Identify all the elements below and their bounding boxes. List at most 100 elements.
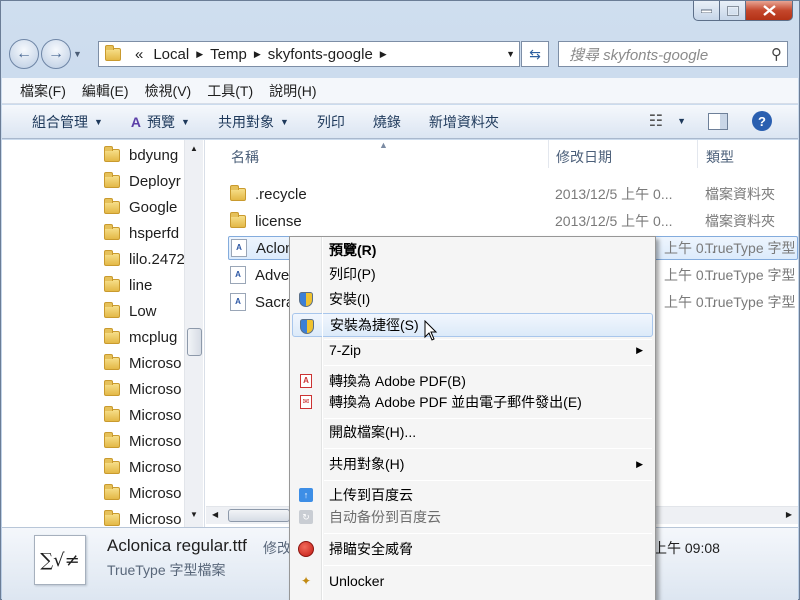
folder-icon <box>104 457 120 474</box>
menu-item-7zip[interactable]: 7-Zip ▶ <box>292 338 653 362</box>
column-header-name[interactable]: 名稱 <box>231 140 259 174</box>
menu-item-open-file[interactable]: 開啟檔案(H)... <box>292 420 653 444</box>
breadcrumb-skyfonts[interactable]: skyfonts-google <box>268 46 373 63</box>
menu-item-label: 上传到百度云 <box>329 487 413 503</box>
magic-wand-icon: ✦ <box>300 574 312 588</box>
tree-item[interactable]: lilo.2472 <box>104 246 185 272</box>
tree-scroll-thumb[interactable] <box>187 328 202 356</box>
tree-item[interactable]: Google <box>104 194 177 220</box>
menu-file[interactable]: 檔案(F) <box>20 81 66 101</box>
tree-item[interactable]: Microso <box>104 506 182 527</box>
tree-item[interactable]: Microso <box>104 350 182 376</box>
scroll-down-icon[interactable]: ▼ <box>190 510 198 519</box>
tree-item[interactable]: Microso <box>104 402 182 428</box>
close-button[interactable] <box>746 1 793 21</box>
file-name: Adve <box>255 266 290 284</box>
menu-item-label: 轉換為 Adobe PDF(B) <box>329 373 466 389</box>
caption-buttons <box>693 1 793 21</box>
menu-item-label: 轉換為 Adobe PDF 並由電子郵件發出(E) <box>329 394 582 410</box>
breadcrumb-arrow-icon[interactable]: ▶ <box>380 49 387 60</box>
back-button[interactable]: ← <box>9 39 39 69</box>
tree-item-label: line <box>129 276 153 294</box>
view-options-icon[interactable]: ☷ <box>649 111 663 131</box>
file-row[interactable]: license <box>230 209 302 233</box>
menu-item-unlocker[interactable]: ✦ Unlocker <box>292 569 653 593</box>
share-button[interactable]: 共用對象 ▼ <box>218 112 289 132</box>
file-name: Aclon <box>256 239 294 257</box>
menu-separator <box>324 448 652 449</box>
forward-button[interactable]: → <box>41 39 71 69</box>
column-header-date[interactable]: 修改日期 <box>556 140 612 174</box>
folder-icon <box>104 483 120 500</box>
address-dropdown-icon[interactable]: ▼ <box>506 49 515 59</box>
file-type: TrueType 字型 <box>705 267 796 283</box>
refresh-button[interactable]: ⇆ <box>521 41 549 67</box>
menu-item-upload-baidu[interactable]: ↑ 上传到百度云 <box>292 483 653 507</box>
search-icon[interactable]: ⚲ <box>771 45 782 63</box>
tree-item[interactable]: Microso <box>104 376 182 402</box>
menu-item-convert-pdf-email[interactable]: ✉ 轉換為 Adobe PDF 並由電子郵件發出(E) <box>292 390 653 414</box>
tree-item-label: Microso <box>129 380 182 398</box>
details-modified-value: 上午 09:08 <box>653 540 720 556</box>
help-icon[interactable]: ? <box>752 111 772 131</box>
breadcrumb-local[interactable]: Local <box>153 46 189 63</box>
menu-item-print[interactable]: 列印(P) <box>292 262 653 286</box>
minimize-button[interactable] <box>693 1 720 21</box>
tree-item[interactable]: Microso <box>104 454 182 480</box>
menu-edit[interactable]: 編輯(E) <box>82 81 129 101</box>
tree-item[interactable]: Deployr <box>104 168 181 194</box>
column-header-type[interactable]: 類型 <box>706 140 734 174</box>
baidu-cloud-backup-icon: ↻ <box>298 509 314 525</box>
burn-button[interactable]: 燒錄 <box>373 112 401 132</box>
maximize-icon <box>726 5 739 16</box>
recent-pages-dropdown[interactable]: ▼ <box>73 49 82 59</box>
print-button[interactable]: 列印 <box>317 112 345 132</box>
file-row[interactable]: A Adve <box>230 263 289 287</box>
folder-icon <box>104 327 120 344</box>
folder-icon <box>104 171 120 188</box>
file-row[interactable]: .recycle <box>230 182 307 206</box>
tree-scrollbar[interactable]: ▲ ▼ <box>184 140 203 527</box>
view-chevron-down-icon[interactable]: ▼ <box>677 116 686 126</box>
new-folder-button[interactable]: 新增資料夾 <box>429 112 499 132</box>
tree-item-label: Microso <box>129 354 182 372</box>
tree-item[interactable]: mcplug <box>104 324 177 350</box>
menu-item-share-with[interactable]: 共用對象(H) ▶ <box>292 452 653 476</box>
maximize-button[interactable] <box>720 1 746 21</box>
scroll-left-icon[interactable]: ◀ <box>212 510 218 519</box>
tree-item[interactable]: hsperfd <box>104 220 179 246</box>
tree-item[interactable]: Low <box>104 298 157 324</box>
menu-tools[interactable]: 工具(T) <box>207 81 253 101</box>
search-input[interactable]: 搜尋 skyfonts-google ⚲ <box>558 41 788 67</box>
tree-item[interactable]: Microso <box>104 428 182 454</box>
address-bar[interactable]: « Local ▶ Temp ▶ skyfonts-google ▶ ▼ <box>98 41 520 67</box>
folder-icon <box>105 44 121 61</box>
menu-item-preview[interactable]: 預覽(R) <box>292 238 653 262</box>
scroll-right-icon[interactable]: ▶ <box>786 510 792 519</box>
file-date: 2013/12/5 上午 0... <box>555 186 673 202</box>
folder-icon <box>104 145 120 162</box>
address-overflow[interactable]: « <box>135 46 143 63</box>
column-divider[interactable] <box>697 140 698 168</box>
menu-item-scan-threats[interactable]: 掃瞄安全威脅 <box>292 537 653 561</box>
tree-item-label: Google <box>129 198 178 216</box>
tree-item[interactable]: Microso <box>104 480 182 506</box>
tree-item[interactable]: bdyung <box>104 142 178 168</box>
file-list-scroll-thumb[interactable] <box>228 509 290 522</box>
menu-help[interactable]: 說明(H) <box>269 81 316 101</box>
file-row[interactable]: A Sacra <box>230 290 294 314</box>
tree-item[interactable]: line <box>104 272 152 298</box>
preview-button[interactable]: A 預覽 ▼ <box>131 112 190 132</box>
column-divider[interactable] <box>548 140 549 168</box>
menu-item-install-shortcut[interactable]: 安裝為捷徑(S) <box>292 313 653 337</box>
menu-view[interactable]: 檢視(V) <box>145 81 192 101</box>
breadcrumb-temp[interactable]: Temp <box>210 46 247 63</box>
sort-indicator-icon: ▲ <box>379 140 388 150</box>
menu-item-install[interactable]: 安裝(I) <box>292 287 653 311</box>
scroll-up-icon[interactable]: ▲ <box>190 144 198 153</box>
menu-item-auto-backup-baidu[interactable]: ↻ 自动备份到百度云 <box>292 505 653 529</box>
breadcrumb-arrow-icon[interactable]: ▶ <box>254 49 261 60</box>
preview-pane-icon[interactable] <box>708 112 728 130</box>
breadcrumb-arrow-icon[interactable]: ▶ <box>196 49 203 60</box>
organize-button[interactable]: 組合管理 ▼ <box>32 112 103 132</box>
